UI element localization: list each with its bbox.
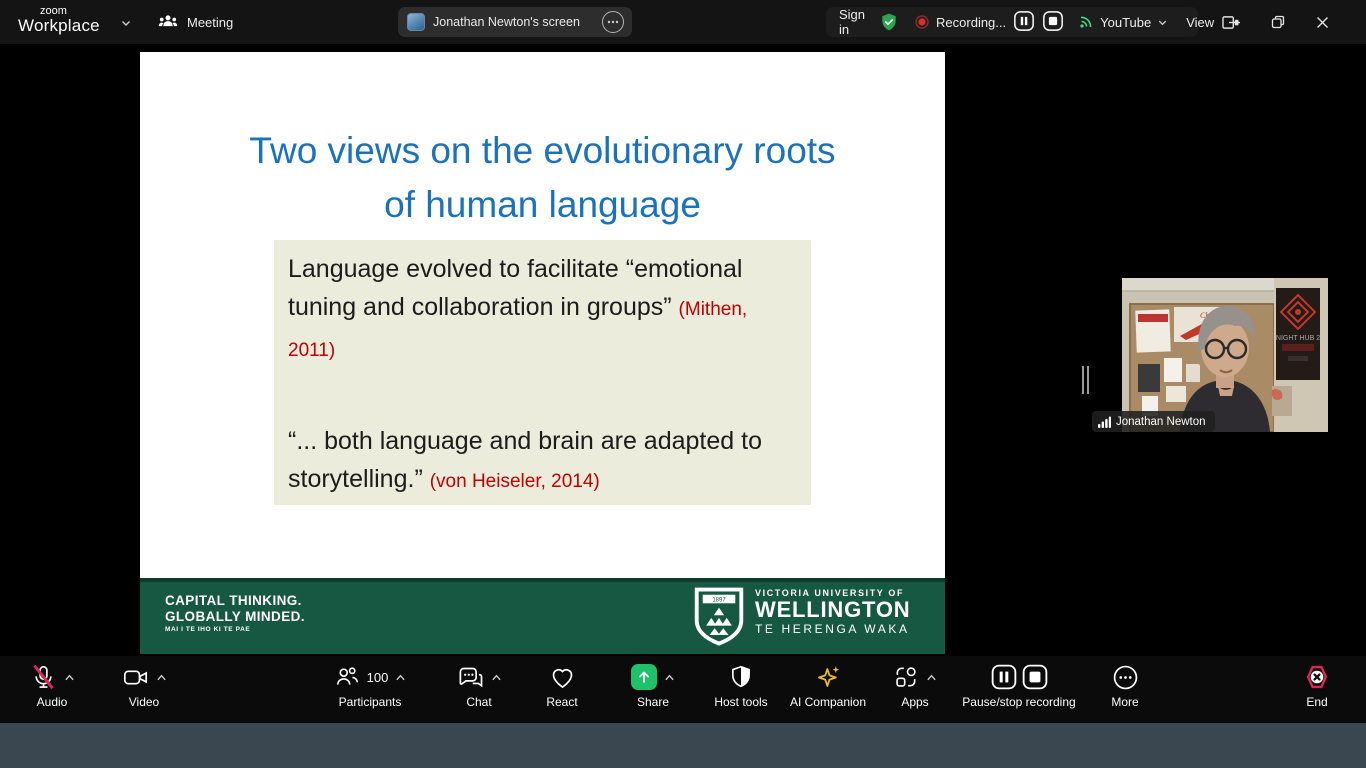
participants-options-chevron-icon[interactable] bbox=[395, 673, 406, 682]
tab-meeting[interactable]: Meeting bbox=[158, 0, 233, 44]
recording-dot-icon bbox=[915, 15, 929, 29]
youtube-chevron-down-icon bbox=[1157, 17, 1168, 28]
shared-screen-options-icon[interactable] bbox=[602, 11, 624, 33]
host-tools-shield-icon bbox=[728, 664, 754, 690]
participant-video-tile[interactable]: Chana NIGHT HUB 2 bbox=[1122, 278, 1328, 432]
microphone-muted-icon bbox=[30, 664, 57, 691]
audio-button[interactable]: Audio bbox=[20, 660, 84, 720]
heart-react-icon bbox=[549, 664, 576, 691]
apps-button[interactable]: Apps bbox=[880, 660, 950, 720]
participant-name-tag: Jonathan Newton bbox=[1092, 411, 1215, 432]
tab-shared-screen-label: Jonathan Newton's screen bbox=[433, 15, 580, 29]
meeting-toolbar: Audio Video 100 Participants bbox=[0, 656, 1366, 723]
youtube-live-menu[interactable]: YouTube bbox=[1078, 14, 1168, 30]
more-ellipsis-icon bbox=[1112, 664, 1139, 691]
titlebar-right-controls: Sign in Recording... YouTube bbox=[826, 7, 1198, 37]
security-shield-icon[interactable] bbox=[879, 12, 899, 32]
ai-companion-sparkle-icon bbox=[815, 664, 842, 691]
chat-button[interactable]: Chat bbox=[444, 660, 514, 720]
svg-text:1897: 1897 bbox=[712, 598, 726, 604]
video-panel-drag-handle[interactable] bbox=[1082, 366, 1090, 394]
view-label: View bbox=[1186, 15, 1214, 30]
participants-count: 100 bbox=[367, 670, 389, 685]
maximize-restore-button[interactable] bbox=[1256, 0, 1300, 44]
ai-companion-button[interactable]: AI Companion bbox=[782, 660, 874, 720]
share-screen-icon bbox=[631, 664, 657, 690]
stop-recording-toolbar-icon[interactable] bbox=[1022, 664, 1048, 690]
workplace-logo-text: Workplace bbox=[18, 16, 100, 36]
minimize-button[interactable] bbox=[1212, 0, 1256, 44]
audio-level-icon bbox=[1098, 416, 1111, 428]
capital-thinking-text: CAPITAL THINKING. GLOBALLY MINDED. MAI I… bbox=[165, 593, 305, 633]
slide-footer-band: CAPITAL THINKING. GLOBALLY MINDED. MAI I… bbox=[140, 578, 945, 654]
windows-taskbar: 1 Search T W 8 bbox=[0, 723, 1366, 768]
workspace-chevron-down-icon[interactable] bbox=[120, 16, 132, 34]
camera-icon bbox=[122, 664, 149, 691]
title-bar: zoom Workplace Meeting Jonathan Newton's… bbox=[0, 0, 1366, 44]
more-button[interactable]: More bbox=[1094, 660, 1156, 720]
participants-button[interactable]: 100 Participants bbox=[322, 660, 418, 720]
pause-stop-recording-button[interactable]: Pause/stop recording bbox=[948, 660, 1090, 720]
end-meeting-icon bbox=[1303, 663, 1331, 691]
chat-options-chevron-icon[interactable] bbox=[491, 673, 502, 682]
video-options-chevron-icon[interactable] bbox=[156, 673, 167, 682]
pause-recording-toolbar-icon[interactable] bbox=[991, 664, 1017, 690]
tab-meeting-label: Meeting bbox=[187, 15, 233, 30]
sign-in-button[interactable]: Sign in bbox=[839, 7, 865, 37]
presentation-slide: Two views on the evolutionary roots of h… bbox=[140, 52, 945, 654]
meeting-people-icon bbox=[158, 13, 178, 31]
live-stream-icon bbox=[1078, 14, 1094, 30]
video-button[interactable]: Video bbox=[112, 660, 176, 720]
share-options-chevron-icon[interactable] bbox=[664, 673, 675, 682]
quote-von-heiseler: “... both language and brain are adapted… bbox=[288, 422, 797, 501]
host-tools-button[interactable]: Host tools bbox=[702, 660, 780, 720]
apps-icon bbox=[893, 664, 919, 690]
quote-mithen: Language evolved to facilitate “emotiona… bbox=[288, 250, 797, 370]
university-wordmark: VICTORIA UNIVERSITY OF WELLINGTON TE HER… bbox=[755, 588, 910, 636]
participants-icon bbox=[334, 664, 360, 690]
chat-icon bbox=[457, 664, 484, 691]
citation-von-heiseler: (von Heiseler, 2014) bbox=[430, 471, 600, 492]
audio-options-chevron-icon[interactable] bbox=[64, 673, 75, 682]
recording-label: Recording... bbox=[936, 15, 1006, 30]
share-button[interactable]: Share bbox=[616, 660, 690, 720]
footer-top-strip bbox=[140, 578, 945, 582]
slide-quote-box: Language evolved to facilitate “emotiona… bbox=[274, 240, 811, 505]
react-button[interactable]: React bbox=[530, 660, 594, 720]
recording-status: Recording... bbox=[915, 10, 1064, 35]
university-shield-logo: 1897 bbox=[693, 587, 745, 647]
tab-shared-screen[interactable]: Jonathan Newton's screen bbox=[398, 7, 632, 37]
pause-recording-button[interactable] bbox=[1013, 10, 1035, 35]
zoom-meeting-window: zoom Workplace Meeting Jonathan Newton's… bbox=[0, 0, 1366, 768]
slide-title: Two views on the evolutionary roots of h… bbox=[140, 124, 945, 232]
sign-in-label: Sign in bbox=[839, 7, 865, 37]
apps-options-chevron-icon[interactable] bbox=[926, 673, 937, 682]
participant-name: Jonathan Newton bbox=[1116, 416, 1206, 428]
shared-screen-thumbnail-icon bbox=[407, 13, 425, 31]
svg-text:NIGHT HUB 2: NIGHT HUB 2 bbox=[1276, 335, 1320, 342]
stop-recording-button[interactable] bbox=[1042, 10, 1064, 35]
end-meeting-button[interactable]: End bbox=[1288, 660, 1346, 720]
close-button[interactable] bbox=[1300, 0, 1344, 44]
youtube-label: YouTube bbox=[1100, 15, 1151, 30]
participant-webcam-feed: Chana NIGHT HUB 2 bbox=[1122, 278, 1328, 432]
